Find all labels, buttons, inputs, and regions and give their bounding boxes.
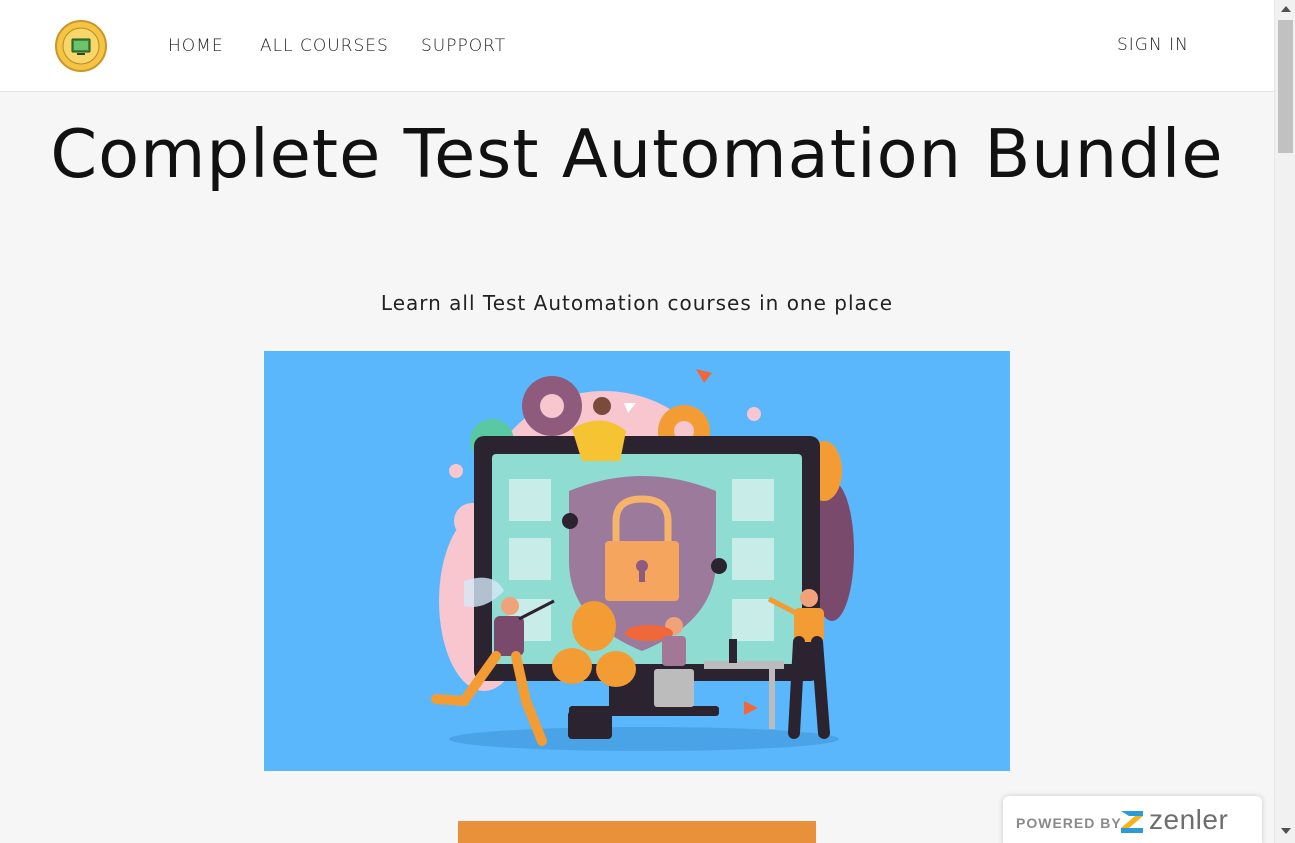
- top-navigation-bar: HOME ALL COURSES SUPPORT SIGN IN: [0, 0, 1274, 92]
- nav-all-courses-link[interactable]: ALL COURSES: [260, 36, 389, 56]
- nav-home-link[interactable]: HOME: [168, 36, 224, 56]
- zenler-logo-icon: [1119, 808, 1145, 834]
- page-title: Complete Test Automation Bundle: [50, 115, 1224, 193]
- sign-in-link[interactable]: SIGN IN: [1117, 35, 1189, 55]
- scroll-thumb[interactable]: [1278, 20, 1293, 153]
- powered-by-label: POWERED BY: [1016, 815, 1122, 831]
- course-banner-image: [264, 351, 1010, 771]
- nav-support-link[interactable]: SUPPORT: [421, 36, 506, 56]
- page-subtitle: Learn all Test Automation courses in one…: [380, 291, 894, 315]
- enroll-cta-button[interactable]: [458, 821, 816, 843]
- page-scrollbar[interactable]: [1274, 0, 1295, 843]
- site-logo-icon[interactable]: [55, 20, 107, 72]
- scroll-up-arrow-icon[interactable]: [1281, 6, 1291, 12]
- security-illustration-icon: [431, 369, 854, 751]
- zenler-brand-text: zenler: [1149, 804, 1229, 835]
- scroll-down-arrow-icon[interactable]: [1281, 828, 1291, 834]
- powered-by-badge[interactable]: POWERED BY zenler: [1003, 796, 1262, 843]
